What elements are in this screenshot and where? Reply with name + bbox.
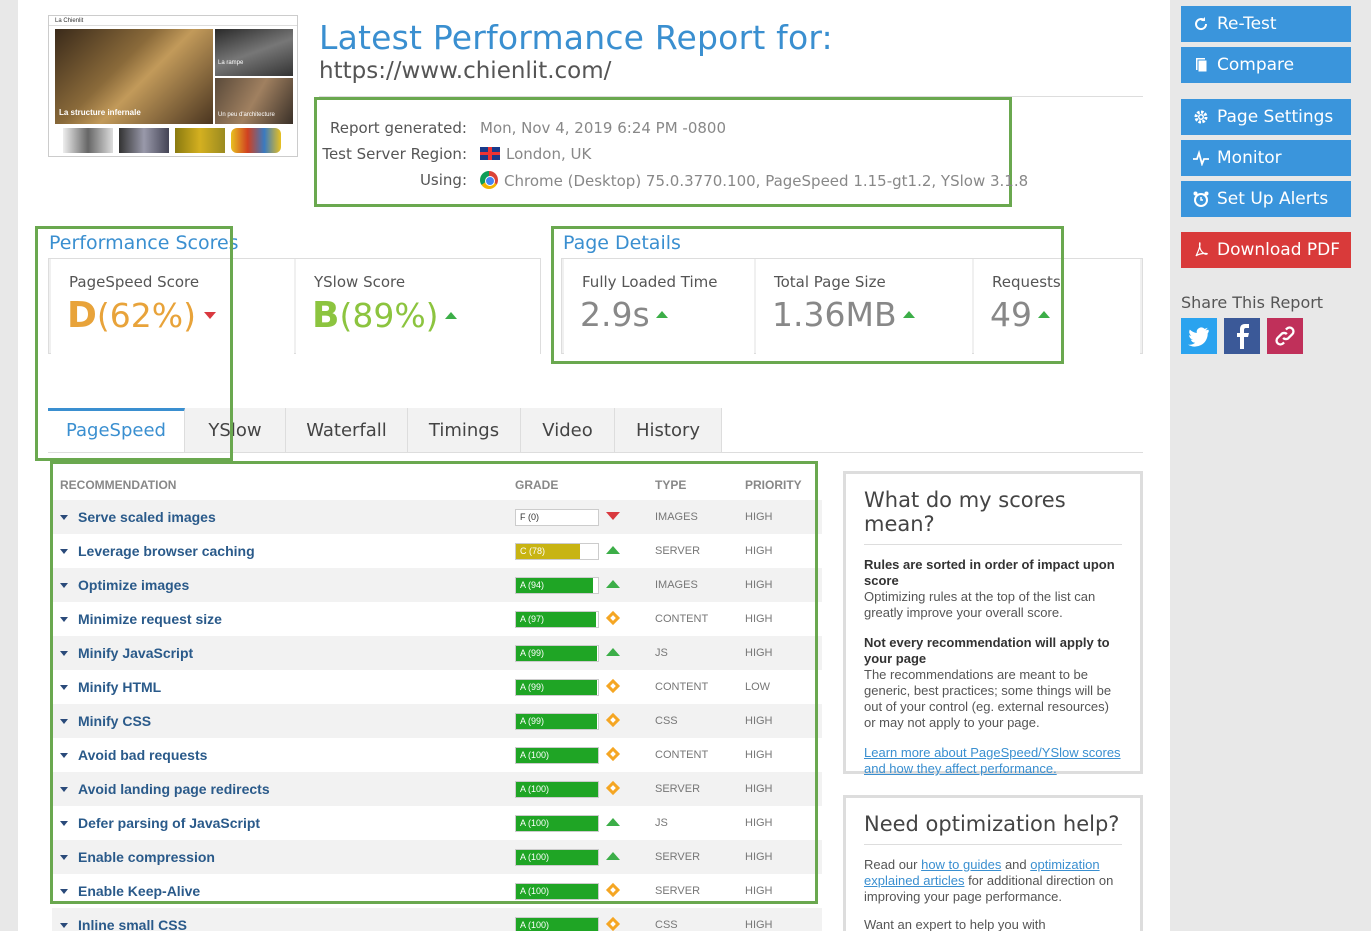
page-settings-button[interactable]: Page Settings [1181, 99, 1351, 135]
facebook-icon [1237, 324, 1249, 349]
optimization-help-title: Need optimization help? [864, 812, 1122, 845]
refresh-icon [1195, 17, 1208, 31]
info-text: Want an expert to help you with [864, 917, 1046, 931]
recommendation-name[interactable]: Inline small CSS [78, 917, 187, 931]
thumbnail-site-name: La Chienlit [49, 16, 297, 26]
info-heading: Rules are sorted in order of impact upon… [864, 557, 1115, 588]
share-title: Share This Report [1181, 293, 1324, 312]
compare-button[interactable]: Compare [1181, 47, 1351, 83]
meta-region-value: London, UK [506, 145, 592, 163]
yslow-grade: B [312, 295, 340, 336]
download-pdf-button[interactable]: Download PDF [1181, 232, 1351, 268]
trend-indicator [605, 916, 621, 931]
help-text-pre: Read our [864, 857, 922, 872]
chrome-icon [480, 171, 498, 189]
yslow-score-value: B(89%) [312, 295, 457, 336]
page: La Chienlit La structure infernale La ra… [0, 0, 1371, 931]
setup-alerts-button[interactable]: Set Up Alerts [1181, 181, 1351, 217]
type-value: CSS [655, 919, 678, 931]
meta-using-value: Chrome (Desktop) 75.0.3770.100, PageSpee… [504, 172, 1029, 190]
meta-region-label: Test Server Region: [322, 145, 467, 163]
tab-video[interactable]: Video [521, 408, 615, 453]
yslow-percent: (89%) [339, 296, 439, 335]
tab-waterfall[interactable]: Waterfall [286, 408, 408, 453]
thumbnail-side-caption-2: Un peu d'architecture [218, 112, 275, 118]
site-thumbnail: La Chienlit La structure infernale La ra… [48, 15, 298, 157]
meta-using-label: Using: [419, 171, 467, 189]
copy-link-button[interactable] [1267, 318, 1303, 354]
meta-generated-value: Mon, Nov 4, 2019 6:24 PM -0800 [480, 119, 727, 137]
info-text: Optimizing rules at the top of the list … [864, 589, 1096, 620]
grade-bar: A (100) [515, 917, 599, 931]
info-text: Read our how to guides and optimization … [864, 857, 1122, 905]
tab-history[interactable]: History [615, 408, 722, 453]
link-icon [1275, 326, 1295, 346]
meta-using-value-wrap: Chrome (Desktop) 75.0.3770.100, PageSpee… [480, 171, 1028, 190]
report-meta-highlight: Report generated: Mon, Nov 4, 2019 6:24 … [314, 97, 1028, 207]
table-highlight [50, 461, 818, 904]
uk-flag-icon [480, 147, 500, 160]
expand-caret-icon[interactable] [60, 923, 68, 928]
thumbnail-mini-image [175, 128, 225, 153]
retest-label: Re-Test [1217, 14, 1277, 34]
yslow-score-label: YSlow Score [314, 273, 406, 291]
thumbnail-side-caption-1: La rampe [218, 60, 244, 66]
thumbnail-mini-image [231, 128, 281, 153]
scores-highlight [35, 226, 233, 461]
scores-info-title: What do my scores mean? [864, 488, 1122, 545]
thumbnail-mini-image [63, 128, 113, 153]
details-highlight [551, 226, 1064, 364]
retest-button[interactable]: Re-Test [1181, 6, 1351, 42]
help-text-mid: and [1001, 857, 1031, 872]
trend-up-icon [444, 312, 457, 319]
alarm-clock-icon [1193, 191, 1209, 207]
compare-label: Compare [1217, 55, 1295, 75]
gear-icon [1194, 110, 1208, 124]
page-title: Latest Performance Report for: [319, 18, 833, 57]
optimization-help-box: Need optimization help? Read our how to … [843, 795, 1143, 931]
thumbnail-side-image-1 [215, 29, 293, 76]
twitter-icon [1188, 327, 1209, 347]
monitor-label: Monitor [1217, 148, 1282, 168]
facebook-share-button[interactable] [1224, 318, 1260, 354]
thumbnail-mini-image [119, 128, 169, 153]
info-text: The recommendations are meant to be gene… [864, 667, 1112, 730]
learn-more-link[interactable]: Learn more about PageSpeed/YSlow scores … [864, 745, 1121, 776]
meta-region-value-wrap: London, UK [480, 145, 591, 163]
thumbnail-hero-caption: La structure infernale [59, 108, 141, 117]
setup-alerts-label: Set Up Alerts [1217, 189, 1329, 209]
monitor-button[interactable]: Monitor [1181, 140, 1351, 176]
priority-value: HIGH [745, 919, 773, 931]
meta-generated-label: Report generated: [329, 119, 467, 137]
yslow-score-card: YSlow Score B(89%) [296, 259, 540, 355]
table-row[interactable]: Inline small CSS A (100) CSS HIGH [52, 908, 822, 931]
sidebar: Re-Test Compare Page Settings Monitor Se… [1170, 0, 1371, 931]
info-heading: Not every recommendation will apply to y… [864, 635, 1110, 666]
pulse-icon [1193, 150, 1209, 166]
pdf-icon [1195, 242, 1208, 257]
tab-timings[interactable]: Timings [408, 408, 521, 453]
page-settings-label: Page Settings [1217, 107, 1334, 127]
grade-text: A (100) [520, 920, 550, 930]
neutral-diamond-icon [605, 916, 621, 931]
copy-icon [1196, 58, 1208, 73]
download-pdf-label: Download PDF [1217, 240, 1341, 260]
main-content: La Chienlit La structure infernale La ra… [18, 0, 1170, 931]
how-to-guides-link[interactable]: how to guides [921, 857, 1001, 872]
scores-info-box: What do my scores mean? Rules are sorted… [843, 471, 1143, 776]
report-url: https://www.chienlit.com/ [319, 58, 612, 84]
twitter-share-button[interactable] [1181, 318, 1217, 354]
